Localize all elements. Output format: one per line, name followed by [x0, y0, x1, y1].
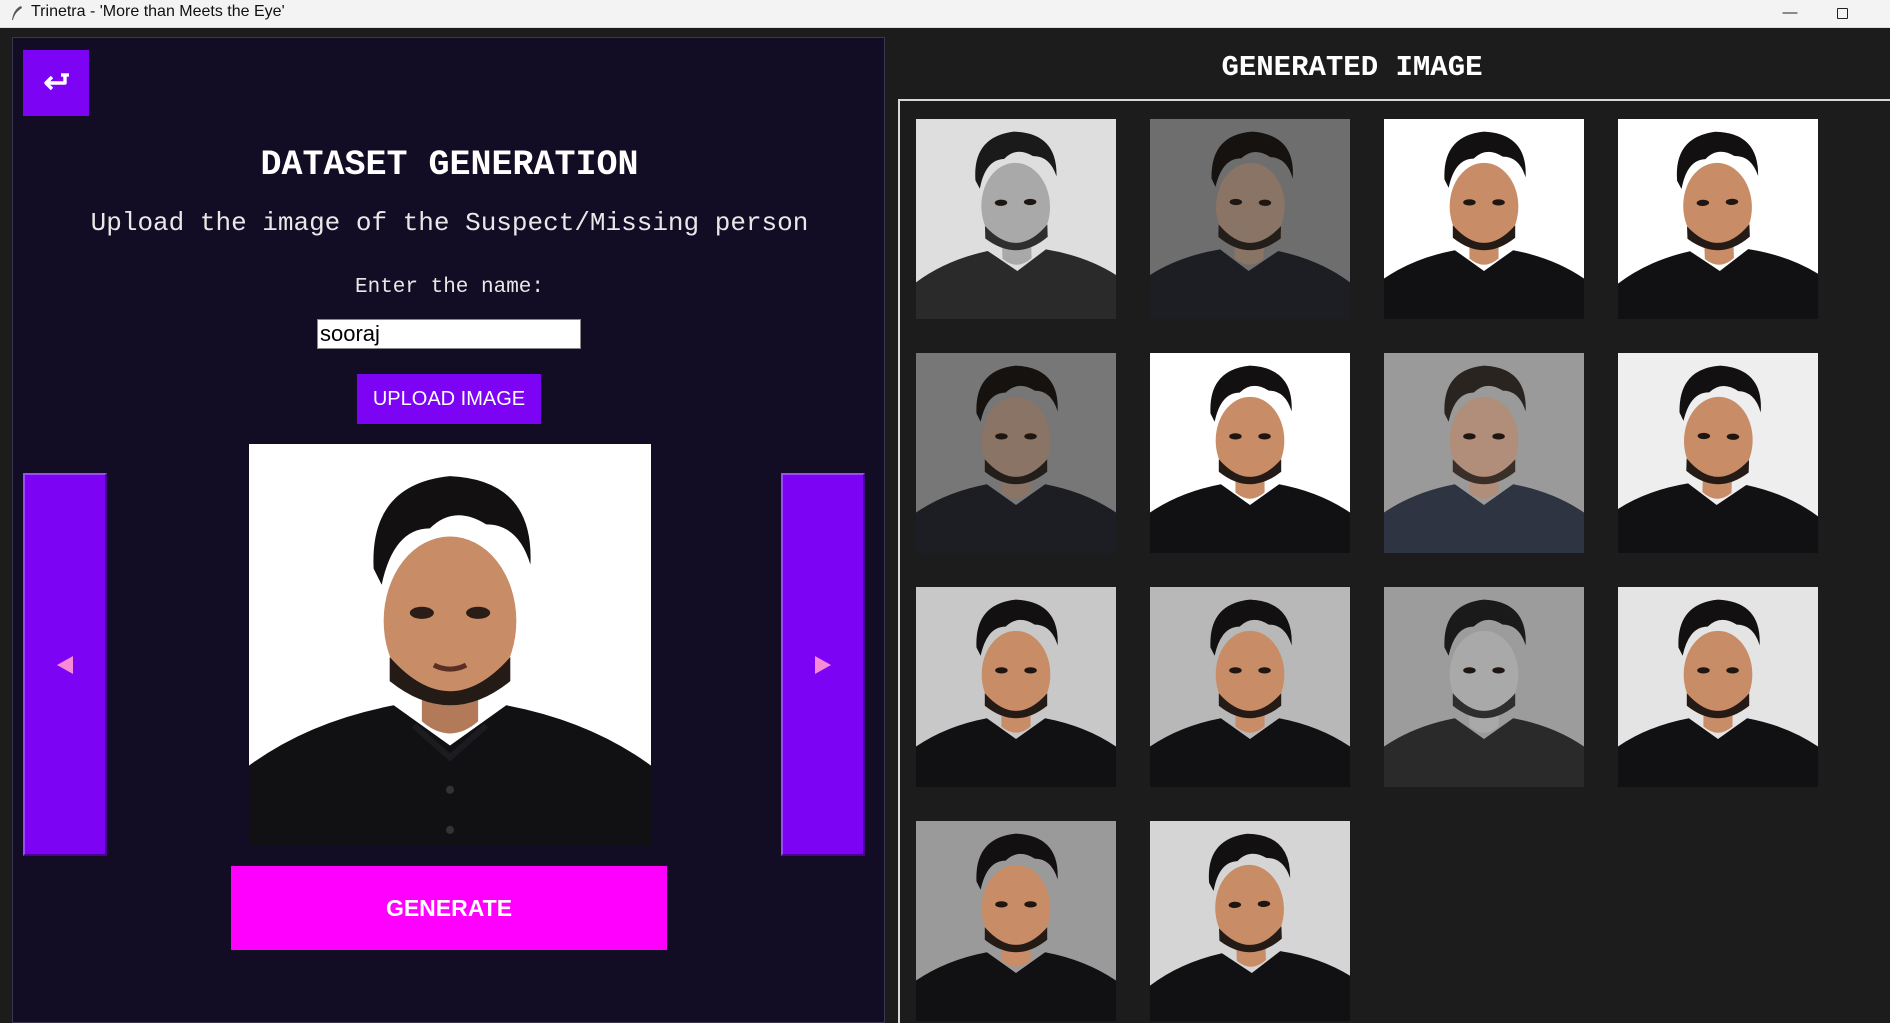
generated-thumbnail — [1384, 587, 1584, 787]
window-title: Trinetra - 'More than Meets the Eye' — [31, 3, 285, 20]
panel-border — [898, 101, 900, 1023]
generated-images-panel: GENERATED IMAGE — [898, 37, 1890, 1023]
next-image-button[interactable] — [781, 473, 865, 856]
minimize-button[interactable]: — — [1767, 0, 1813, 27]
name-input[interactable] — [317, 319, 581, 349]
generated-images-grid — [916, 119, 1856, 1023]
generated-thumbnail — [916, 821, 1116, 1021]
generated-thumbnail — [916, 353, 1116, 553]
uploaded-photo-preview — [249, 444, 651, 846]
generated-thumbnail — [1618, 587, 1818, 787]
generated-thumbnail — [1150, 119, 1350, 319]
generated-thumbnail — [916, 587, 1116, 787]
return-arrow-icon — [44, 73, 69, 91]
upload-image-button[interactable]: UPLOAD IMAGE — [357, 374, 541, 424]
generated-thumbnail — [1618, 119, 1818, 319]
maximize-button[interactable] — [1819, 0, 1865, 27]
triangle-right-icon — [815, 655, 831, 674]
feather-icon — [12, 6, 22, 20]
page-title: DATASET GENERATION — [260, 145, 639, 185]
generated-thumbnail — [1384, 119, 1584, 319]
window-title-bar: Trinetra - 'More than Meets the Eye' — — [0, 0, 1890, 28]
generate-button[interactable]: GENERATE — [231, 866, 667, 950]
maximize-icon — [1836, 8, 1848, 19]
generated-thumbnail — [1618, 353, 1818, 553]
generated-thumbnail — [1150, 353, 1350, 553]
back-button[interactable] — [23, 50, 89, 116]
triangle-left-icon — [57, 655, 73, 674]
previous-image-button[interactable] — [23, 473, 107, 856]
header-divider — [898, 99, 1890, 101]
generated-thumbnail — [916, 119, 1116, 319]
generated-image-title: GENERATED IMAGE — [1221, 51, 1483, 84]
generated-thumbnail — [1384, 353, 1584, 553]
page-subtitle: Upload the image of the Suspect/Missing … — [90, 208, 809, 238]
generated-thumbnail — [1150, 821, 1350, 1021]
generated-thumbnail — [1150, 587, 1350, 787]
name-label: Enter the name: — [354, 276, 545, 299]
dataset-generation-panel: DATASET GENERATION Upload the image of t… — [12, 37, 885, 1023]
person-portrait-image — [249, 444, 651, 846]
